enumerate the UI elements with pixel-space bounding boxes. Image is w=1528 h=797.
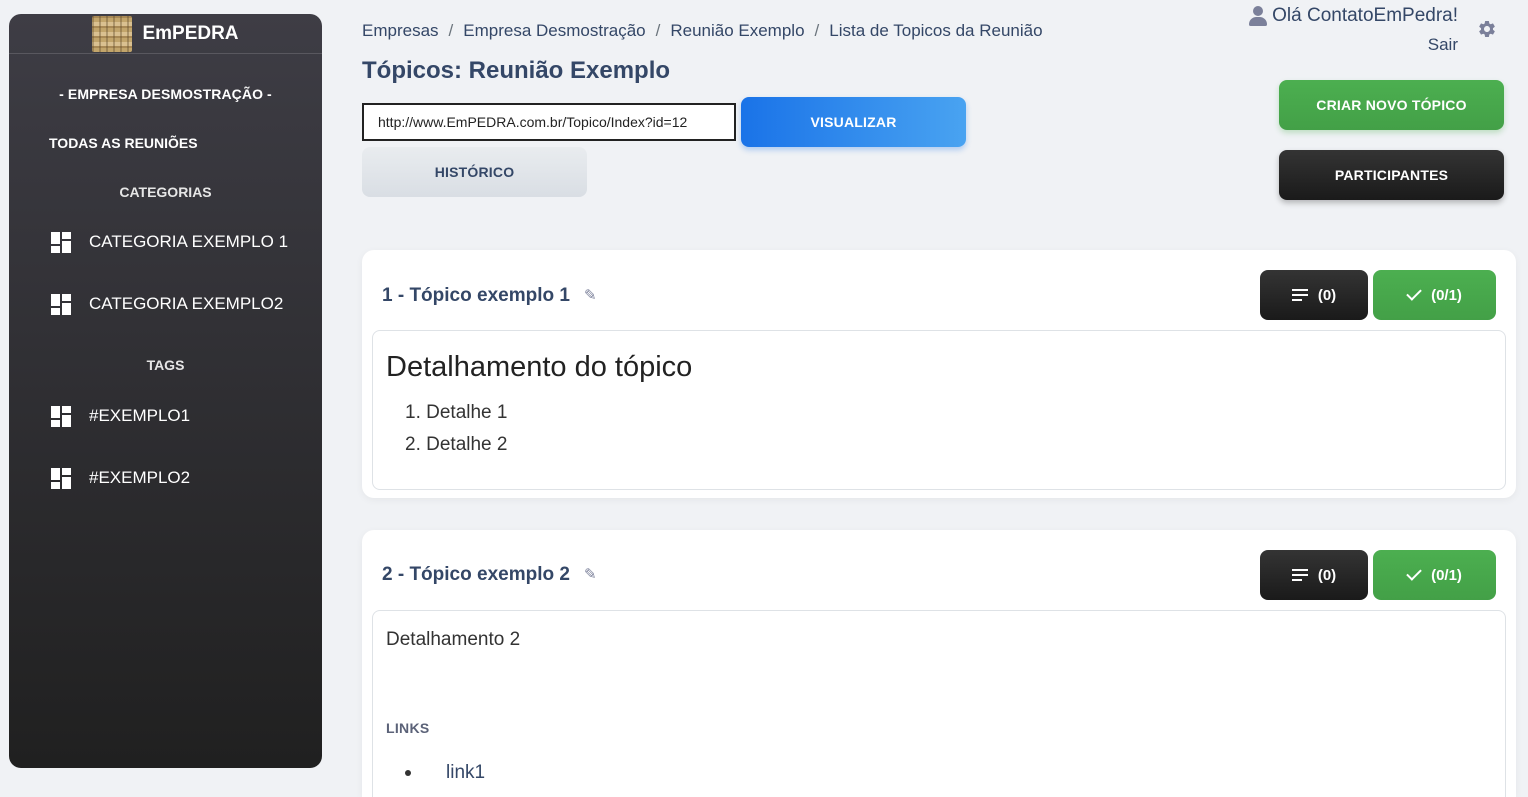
create-topic-button[interactable]: CRIAR NOVO TÓPICO — [1279, 80, 1504, 130]
sidebar-item-label: CATEGORIA EXEMPLO 1 — [89, 232, 289, 251]
comments-count: (0) — [1317, 286, 1337, 304]
edit-icon[interactable]: ✎ — [584, 288, 600, 304]
sidebar-item-label: CATEGORIA EXEMPLO2 — [89, 294, 284, 313]
sidebar: EmPEDRA - EMPRESA DESMOSTRAÇÃO - TODAS A… — [9, 14, 322, 768]
tasks-count: (0/1) — [1431, 566, 1462, 584]
comments-button[interactable]: (0) — [1260, 550, 1368, 600]
all-meetings-link[interactable]: TODAS AS REUNIÕES — [49, 135, 198, 151]
brand-name: EmPEDRA — [142, 22, 239, 44]
breadcrumb-separator: / — [655, 21, 661, 40]
topic-detail-list: 1. Detalhe 1 2. Detalhe 2 — [405, 397, 507, 461]
brand-logo — [92, 15, 133, 52]
sidebar-item-label: #EXEMPLO1 — [89, 406, 191, 425]
comments-button[interactable]: (0) — [1260, 270, 1368, 320]
breadcrumb-separator: / — [814, 21, 820, 40]
link-text[interactable]: link1 — [446, 762, 485, 784]
breadcrumb-item-companies[interactable]: Empresas — [362, 21, 439, 41]
breadcrumb: Empresas / Empresa Desmostração / Reuniã… — [362, 21, 1043, 41]
history-button[interactable]: HISTÓRICO — [362, 147, 587, 197]
comments-count: (0) — [1317, 566, 1337, 584]
sidebar-item-tag-2[interactable]: #EXEMPLO2 — [51, 468, 191, 489]
page-title: Tópicos: Reunião Exemplo — [362, 57, 671, 84]
sidebar-item-category-2[interactable]: CATEGORIA EXEMPLO2 — [51, 294, 284, 315]
breadcrumb-item-meeting[interactable]: Reunião Exemplo — [670, 21, 804, 41]
sidebar-item-label: #EXEMPLO2 — [89, 468, 191, 487]
topic-detail-text: Detalhamento 2 — [386, 629, 521, 650]
user-icon — [1249, 6, 1268, 26]
tasks-count: (0/1) — [1431, 286, 1462, 304]
check-icon — [1406, 565, 1422, 581]
topic-card: 2 - Tópico exemplo 2 ✎ (0) (0/1) Detalha… — [362, 530, 1516, 797]
list-item: 1. Detalhe 1 — [405, 402, 508, 423]
brand[interactable]: EmPEDRA — [9, 14, 322, 54]
view-button[interactable]: VISUALIZAR — [741, 97, 966, 147]
link-item[interactable]: link1 — [405, 762, 485, 784]
bullet — [405, 770, 411, 776]
user-menu: Olá ContatoEmPedra! Sair — [1249, 5, 1458, 55]
tasks-button[interactable]: (0/1) — [1373, 550, 1496, 600]
participants-button[interactable]: PARTICIPANTES — [1279, 150, 1504, 200]
breadcrumb-item-company[interactable]: Empresa Desmostração — [463, 21, 645, 41]
notes-icon — [1291, 289, 1308, 301]
categories-title: CATEGORIAS — [119, 184, 212, 200]
notes-icon — [1291, 569, 1308, 581]
links-label: LINKS — [386, 720, 430, 736]
tags-title: TAGS — [146, 357, 185, 373]
topic-content: Detalhamento do tópico 1. Detalhe 1 2. D… — [372, 330, 1506, 490]
topic-card: 1 - Tópico exemplo 1 ✎ (0) (0/1) Detalha… — [362, 250, 1516, 498]
user-greeting[interactable]: Olá ContatoEmPedra! — [1272, 5, 1458, 27]
list-item: 2. Detalhe 2 — [405, 434, 508, 455]
sidebar-item-tag-1[interactable]: #EXEMPLO1 — [51, 406, 191, 427]
sidebar-item-category-1[interactable]: CATEGORIA EXEMPLO 1 — [51, 232, 289, 253]
dashboard-icon — [51, 232, 71, 253]
tasks-button[interactable]: (0/1) — [1373, 270, 1496, 320]
topic-detail-heading: Detalhamento do tópico — [386, 351, 693, 383]
logout-link[interactable]: Sair — [1249, 35, 1458, 55]
dashboard-icon — [51, 406, 71, 427]
topic-title: 1 - Tópico exemplo 1 ✎ — [382, 285, 600, 307]
topic-content: Detalhamento 2 LINKS link1 — [372, 610, 1506, 797]
breadcrumb-separator: / — [448, 21, 454, 40]
company-name: - EMPRESA DESMOSTRAÇÃO - — [59, 86, 272, 102]
check-icon — [1406, 285, 1422, 301]
topic-title: 2 - Tópico exemplo 2 ✎ — [382, 564, 600, 586]
topic-title-text: 1 - Tópico exemplo 1 — [382, 285, 570, 306]
dashboard-icon — [51, 468, 71, 489]
breadcrumb-item-topic-list: Lista de Topicos da Reunião — [829, 21, 1043, 40]
edit-icon[interactable]: ✎ — [584, 567, 600, 583]
url-input[interactable] — [362, 103, 736, 141]
dashboard-icon — [51, 294, 71, 315]
topic-title-text: 2 - Tópico exemplo 2 — [382, 564, 570, 585]
gear-icon[interactable] — [1477, 19, 1497, 39]
